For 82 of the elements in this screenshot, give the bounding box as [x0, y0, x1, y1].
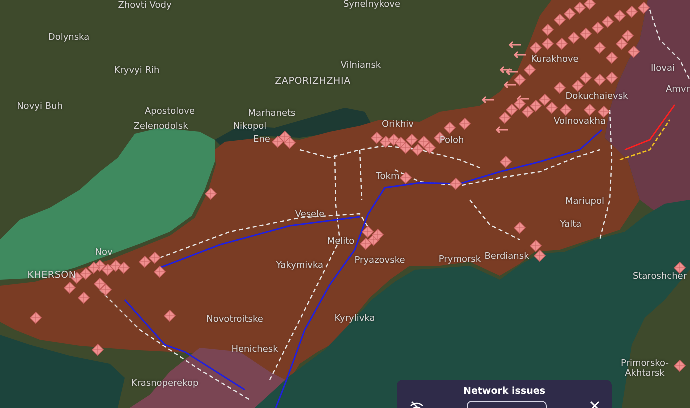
diamond-marker-icon: [538, 94, 552, 106]
diamond-marker-icon: [406, 134, 418, 146]
diamond-marker-icon: [638, 2, 650, 14]
town-label: Volnovakha: [554, 118, 606, 128]
diamond-marker-icon: [522, 106, 534, 118]
diamond-marker-icon: [360, 238, 372, 250]
town-label: Berdiansk: [484, 253, 530, 263]
diamond-marker-icon: [614, 10, 626, 22]
dashed-frontline: [620, 120, 671, 161]
town-label: Yalta: [560, 221, 582, 231]
diamond-marker-icon: [372, 228, 384, 242]
town-label: Kryvyi Rih: [114, 67, 160, 77]
diamond-marker-icon: [584, 0, 596, 10]
town-label: Mariupol: [566, 198, 604, 208]
town-label: Amvr: [666, 86, 690, 96]
diamond-marker-icon: [606, 72, 618, 84]
diamond-marker-icon: [580, 28, 592, 40]
frontline-segment: [624, 104, 676, 151]
town-label: Kyrylivka: [334, 315, 376, 325]
diamond-marker-icon: [284, 136, 296, 150]
diamond-marker-icon: [498, 112, 512, 124]
diamond-marker-icon: [514, 98, 526, 110]
town-label: Marhanets: [248, 110, 296, 120]
city-label: ZAPORIZHZHIA: [275, 76, 351, 88]
town-label: Yakymivka: [276, 262, 324, 272]
town-label: Apostolove: [145, 108, 195, 118]
diamond-marker-icon: [598, 106, 610, 118]
arrow-icon: [516, 95, 530, 103]
diamond-marker-icon: [628, 46, 640, 58]
town-label: Tokm: [376, 173, 400, 183]
diamond-marker-icon: [424, 142, 436, 154]
town-label: Krasnoperekop: [131, 380, 199, 390]
town-label: Novyi Buh: [17, 103, 63, 113]
town-label: Dolynska: [48, 34, 90, 44]
town-label: Zhovti Vody: [118, 2, 172, 12]
town-label: Staroshcher: [632, 273, 688, 283]
diamond-marker-icon: [530, 100, 542, 112]
town-label: Orikhiv: [382, 121, 414, 131]
diamond-marker-icon: [546, 102, 558, 114]
town-label: Poloh: [440, 137, 464, 147]
diamond-marker-icon: [506, 104, 518, 116]
town-label: Kurakhove: [531, 56, 579, 66]
diamond-marker-icon: [100, 284, 112, 296]
arrow-icon: [504, 81, 517, 89]
town-label: Novotroitske: [206, 316, 264, 326]
diamond-marker-icon: [602, 16, 614, 28]
arrow-icon: [482, 96, 495, 104]
town-label: Vesele: [295, 211, 325, 221]
town-label: Nikopol: [233, 123, 267, 133]
town-label: Vilniansk: [340, 62, 382, 72]
diamond-marker-icon: [444, 122, 456, 134]
town-label: Prymorsk: [438, 256, 482, 266]
town-label: Zelenodolsk: [134, 123, 188, 133]
city-label: KHERSON: [28, 270, 76, 282]
close-icon[interactable]: [590, 400, 600, 408]
town-label: Dokuchaievsk: [566, 93, 628, 103]
diamond-marker-icon: [580, 72, 592, 84]
arrow-icon: [496, 126, 509, 134]
town-label: Ene: [254, 136, 270, 146]
arrow-icon: [514, 51, 527, 59]
diamond-marker-icon: [574, 2, 586, 14]
diamond-marker-icon: [514, 74, 526, 86]
diamond-marker-icon: [362, 226, 374, 238]
diamond-marker-icon: [554, 14, 566, 26]
town-label: Synelnykove: [343, 1, 401, 11]
town-label: Ilovai: [651, 65, 675, 75]
diamond-marker-icon: [592, 22, 604, 34]
diamond-marker-icon: [564, 8, 576, 20]
arrow-icon: [508, 41, 522, 49]
diamond-marker-icon: [530, 42, 542, 54]
town-label: Primorsko-Akhtarsk: [620, 360, 670, 380]
town-label: Pryazovske: [354, 257, 406, 267]
diamond-marker-icon: [568, 32, 580, 44]
diamond-marker-icon: [534, 250, 546, 262]
town-label: Nov: [95, 249, 113, 259]
diamond-marker-icon: [272, 136, 284, 148]
notification-title: Network issues: [464, 387, 546, 396]
diamond-marker-icon: [400, 172, 412, 184]
diamond-marker-icon: [204, 188, 218, 200]
diamond-marker-icon: [626, 6, 638, 18]
town-label: Henichesk: [232, 346, 278, 356]
town-label: Melito: [327, 238, 355, 248]
